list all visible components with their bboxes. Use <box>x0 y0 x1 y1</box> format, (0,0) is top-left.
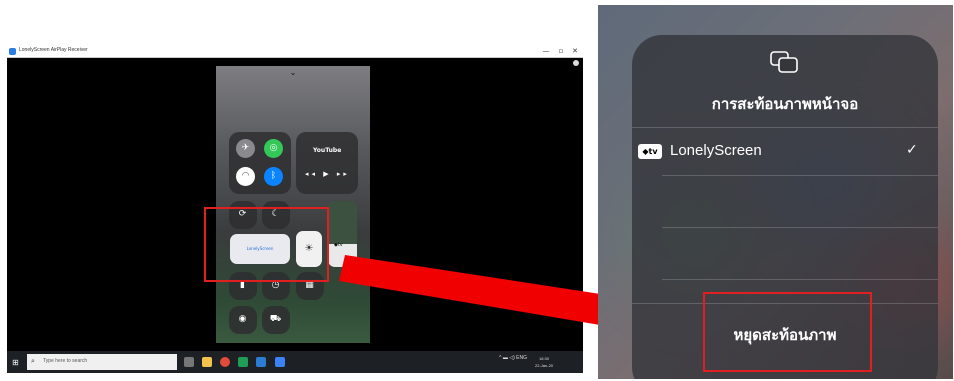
divider <box>632 127 938 128</box>
media-tile[interactable]: YouTube ◂◂ ▶ ▸▸ <box>296 132 358 194</box>
windows-start-icon[interactable]: ⊞ <box>12 358 19 367</box>
maximize-button[interactable]: ▫ <box>554 46 568 57</box>
car-icon: ⛟ <box>269 314 282 324</box>
connectivity-tile[interactable]: ✈ ◎ ◠ ᛒ <box>229 132 291 194</box>
bluetooth-icon[interactable]: ᛒ <box>264 167 283 186</box>
word-icon[interactable] <box>256 357 266 367</box>
taskbar-search[interactable]: ⌕ Type here to search <box>27 354 177 370</box>
lonelyscreen-taskbar-icon[interactable] <box>275 357 285 367</box>
minimize-button[interactable]: — <box>539 46 553 57</box>
highlight-box-right <box>703 292 872 372</box>
clock-time: 18:30 <box>539 356 550 361</box>
task-view-icon[interactable] <box>184 357 194 367</box>
system-tray[interactable]: ^ ▬ ◁) ENG <box>499 355 527 361</box>
chrome-icon[interactable] <box>220 357 230 367</box>
appletv-mini-label: ◆tv <box>334 242 343 248</box>
device-name: LonelyScreen <box>670 142 762 159</box>
search-icon: ⌕ <box>31 357 35 365</box>
excel-icon[interactable] <box>238 357 248 367</box>
window-titlebar: LonelyScreen AirPlay Receiver — ▫ ✕ <box>7 46 583 58</box>
control-center-handle[interactable]: ⌄ <box>286 69 300 77</box>
car-button[interactable]: ⛟ <box>262 306 290 334</box>
divider <box>662 227 938 228</box>
record-button[interactable]: ◉ <box>229 306 257 334</box>
search-placeholder: Type here to search <box>43 358 88 364</box>
panel-title: การสะท้อนภาพหน้าจอ <box>711 95 859 113</box>
window-title: LonelyScreen AirPlay Receiver <box>19 47 88 53</box>
wifi-icon[interactable]: ◠ <box>236 167 255 186</box>
divider <box>662 279 938 280</box>
media-controls[interactable]: ◂◂ ▶ ▸▸ <box>305 170 350 178</box>
cellular-icon[interactable]: ◎ <box>264 139 283 158</box>
app-icon <box>9 48 16 55</box>
checkmark-icon: ✓ <box>906 142 918 158</box>
record-icon: ◉ <box>238 314 247 324</box>
settings-icon[interactable] <box>573 60 579 66</box>
airplane-mode-icon[interactable]: ✈ <box>236 139 255 158</box>
media-title: YouTube <box>313 147 342 154</box>
divider <box>662 175 938 176</box>
taskbar: ⊞ ⌕ Type here to search ^ ▬ ◁) ENG 18:30… <box>7 351 583 373</box>
close-button[interactable]: ✕ <box>568 46 582 57</box>
screen-mirroring-icon <box>770 51 798 73</box>
highlight-box-left <box>204 207 329 282</box>
file-explorer-icon[interactable] <box>202 357 212 367</box>
clock-date: 22-Jan-20 <box>535 363 554 368</box>
appletv-icon: ◆tv <box>638 144 662 159</box>
